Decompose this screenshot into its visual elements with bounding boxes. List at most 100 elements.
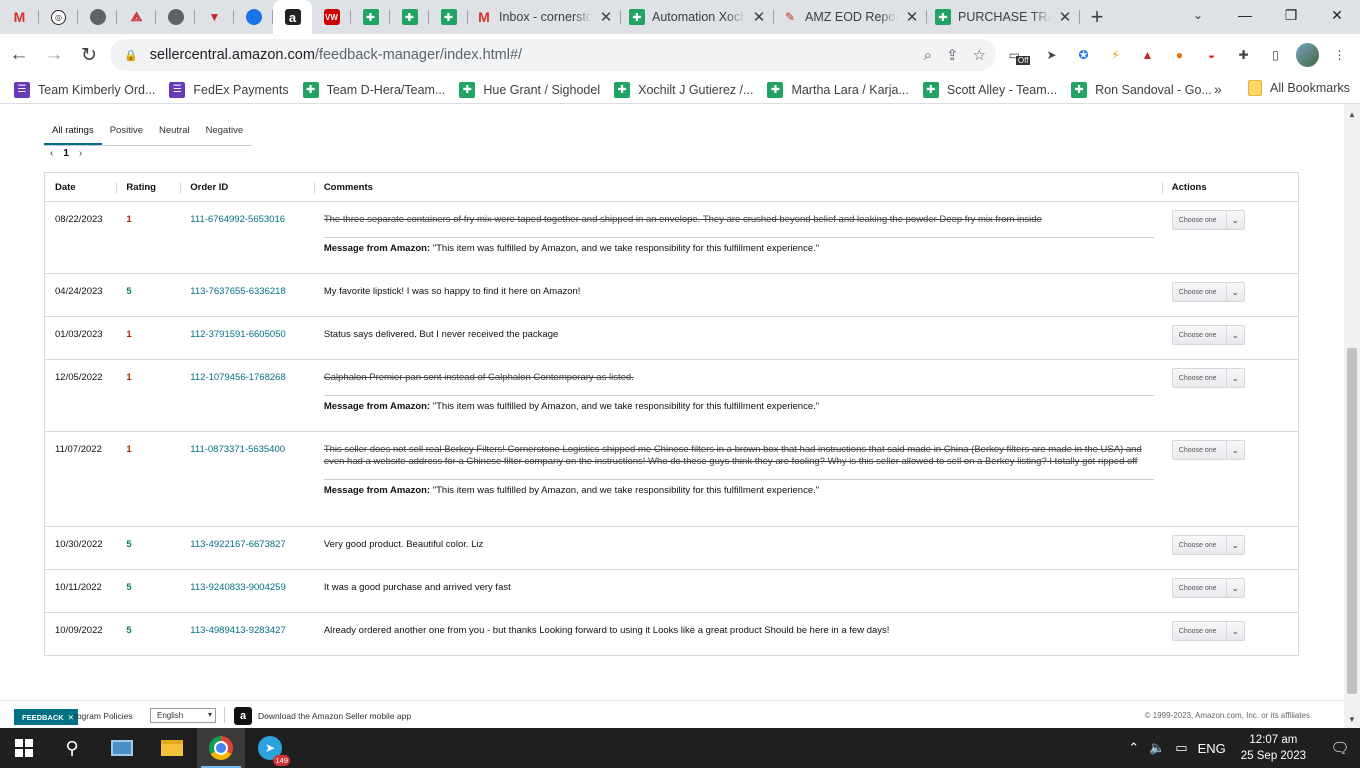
- bookmark-item[interactable]: Martha Lara / Karja...: [767, 81, 909, 98]
- pinned-tab-pdf[interactable]: ⟁: [117, 0, 156, 34]
- action-dropdown[interactable]: Choose one ⌄: [1171, 368, 1245, 388]
- all-bookmarks-folder[interactable]: All Bookmarks: [1248, 80, 1350, 96]
- taskbar-file-explorer[interactable]: [148, 728, 196, 768]
- browser-menu-icon[interactable]: ⋮: [1328, 44, 1351, 67]
- close-icon[interactable]: ✕: [905, 8, 919, 26]
- taskbar-this-pc[interactable]: [98, 728, 146, 768]
- scroll-up-icon[interactable]: ▲: [1348, 110, 1356, 119]
- order-id-link[interactable]: 113-9240833-9004259: [180, 569, 314, 613]
- pinned-tab-vivaldi[interactable]: ▼: [195, 0, 234, 34]
- prev-page-chevron-icon[interactable]: ‹: [50, 148, 53, 159]
- sheets-icon: [1071, 81, 1088, 98]
- order-id-link[interactable]: 112-3791591-6605050: [180, 316, 314, 360]
- network-icon[interactable]: ▭: [1170, 740, 1192, 756]
- action-dropdown[interactable]: Choose one ⌄: [1171, 282, 1245, 302]
- pinned-tab-sheets-1[interactable]: [351, 0, 390, 34]
- input-language[interactable]: ENG: [1193, 741, 1231, 756]
- tab-search-chevron-icon[interactable]: ⌄: [1186, 4, 1210, 26]
- action-dropdown[interactable]: Choose one ⌄: [1171, 325, 1245, 345]
- next-page-chevron-icon[interactable]: ›: [79, 148, 82, 159]
- extension-pokeball-icon[interactable]: ◒: [1200, 44, 1223, 67]
- pinned-tab-blue-app[interactable]: [234, 0, 273, 34]
- volume-icon[interactable]: 🔈: [1144, 740, 1170, 756]
- sheets-icon: [459, 81, 476, 98]
- extension-blue-icon[interactable]: ✪: [1072, 44, 1095, 67]
- pinned-tab-amazon-active[interactable]: a: [273, 0, 312, 34]
- tab-purchase-tracker[interactable]: PURCHASE TRACKER ✕: [927, 0, 1080, 34]
- close-icon[interactable]: ✕: [752, 8, 766, 26]
- order-id-link[interactable]: 113-7637655-6336218: [180, 273, 314, 317]
- order-id-link[interactable]: 113-4922167-6673827: [180, 526, 314, 570]
- extension-orange-icon[interactable]: ●: [1168, 44, 1191, 67]
- scrollbar-thumb[interactable]: [1347, 348, 1357, 694]
- feedback-button[interactable]: FEEDBACK ✕: [14, 709, 78, 725]
- restore-button[interactable]: ❐: [1268, 0, 1314, 30]
- action-dropdown[interactable]: Choose one ⌄: [1171, 578, 1245, 598]
- chevron-down-icon: ⌄: [1225, 326, 1244, 344]
- program-policies-link[interactable]: rogram Policies: [74, 711, 133, 721]
- language-select[interactable]: English ▾: [150, 708, 216, 723]
- current-page[interactable]: 1: [63, 148, 69, 159]
- pinned-tab-globe-2[interactable]: [156, 0, 195, 34]
- action-dropdown[interactable]: Choose one ⌄: [1171, 440, 1245, 460]
- action-dropdown[interactable]: Choose one ⌄: [1171, 535, 1245, 555]
- pinned-tab-gmail[interactable]: M: [0, 0, 39, 34]
- bookmark-item[interactable]: Ron Sandoval - Go...: [1071, 81, 1212, 98]
- tab-all-ratings[interactable]: All ratings: [44, 122, 102, 145]
- taskbar-chrome[interactable]: [197, 728, 245, 768]
- tab-neutral[interactable]: Neutral: [151, 122, 198, 145]
- scroll-down-icon[interactable]: ▼: [1348, 715, 1356, 724]
- clock[interactable]: 12:07 am 25 Sep 2023: [1231, 732, 1320, 764]
- tab-negative[interactable]: Negative: [198, 122, 252, 145]
- address-bar[interactable]: 🔒 sellercentral.amazon.com/feedback-mana…: [110, 39, 996, 71]
- close-icon[interactable]: ✕: [599, 8, 613, 26]
- notifications-icon[interactable]: 🗨: [1320, 739, 1360, 757]
- bookmark-star-icon[interactable]: ☆: [973, 46, 986, 64]
- new-tab-button[interactable]: +: [1080, 0, 1114, 34]
- pinned-tab-globe-1[interactable]: [78, 0, 117, 34]
- zoom-icon[interactable]: ⌕: [924, 47, 932, 64]
- start-button[interactable]: [0, 728, 48, 768]
- share-icon[interactable]: ⇪: [946, 46, 959, 64]
- close-icon[interactable]: ✕: [1058, 8, 1072, 26]
- bookmark-item[interactable]: Scott Alley - Team...: [922, 81, 1057, 98]
- order-id-link[interactable]: 111-6764992-5653016: [180, 201, 314, 274]
- order-id-link[interactable]: 111-0873371-5635400: [180, 431, 314, 527]
- action-dropdown[interactable]: Choose one ⌄: [1171, 621, 1245, 641]
- action-dropdown[interactable]: Choose one ⌄: [1171, 210, 1245, 230]
- minimize-button[interactable]: —: [1222, 0, 1268, 30]
- forward-button[interactable]: →: [38, 39, 70, 71]
- tab-amz-eod[interactable]: ✎ AMZ EOD Report ✕: [774, 0, 927, 34]
- bookmark-item[interactable]: Team Kimberly Ord...: [14, 81, 155, 98]
- tab-inbox[interactable]: M Inbox - cornerstone ✕: [468, 0, 621, 34]
- search-button[interactable]: ⚲: [48, 728, 96, 768]
- pinned-tab-chatgpt[interactable]: ◎: [39, 0, 78, 34]
- pinned-tab-sheets-2[interactable]: [390, 0, 429, 34]
- extensions-puzzle-icon[interactable]: ✚: [1232, 44, 1255, 67]
- bookmarks-overflow-chevron-icon[interactable]: »: [1214, 81, 1222, 97]
- page-scrollbar[interactable]: ▲ ▼: [1344, 104, 1360, 728]
- extension-cursor-icon[interactable]: ➤: [1040, 44, 1063, 67]
- back-button[interactable]: ←: [3, 39, 35, 71]
- mobile-app-link[interactable]: a Download the Amazon Seller mobile app: [234, 707, 411, 725]
- close-window-button[interactable]: ✕: [1314, 0, 1360, 30]
- chevron-up-icon[interactable]: ⌃: [1123, 740, 1144, 756]
- order-id-link[interactable]: 113-4989413-9283427: [180, 612, 314, 656]
- reload-button[interactable]: ↻: [73, 39, 105, 71]
- taskbar-telegram[interactable]: ➤ 149: [246, 728, 294, 768]
- bookmark-item[interactable]: Hue Grant / Sighodel: [459, 81, 600, 98]
- bookmark-item[interactable]: FedEx Payments: [169, 81, 289, 98]
- tab-automation[interactable]: Automation Xochilt ✕: [621, 0, 774, 34]
- bookmark-item[interactable]: Xochilt J Gutierez /...: [614, 81, 753, 98]
- order-id-link[interactable]: 112-1079456-1768268: [180, 359, 314, 432]
- extension-scout-icon[interactable]: ⚡: [1104, 44, 1127, 67]
- side-panel-icon[interactable]: ▯: [1264, 44, 1287, 67]
- profile-avatar[interactable]: [1296, 43, 1319, 67]
- bookmark-item[interactable]: Team D-Hera/Team...: [302, 81, 445, 98]
- url-path: /feedback-manager/index.html#/: [314, 47, 523, 63]
- tab-positive[interactable]: Positive: [102, 122, 151, 145]
- pinned-tab-sheets-3[interactable]: [429, 0, 468, 34]
- extension-alert-icon[interactable]: ▲: [1136, 44, 1159, 67]
- pinned-tab-vw[interactable]: VW: [312, 0, 351, 34]
- extension-off-icon[interactable]: ▭ Off: [1008, 44, 1031, 67]
